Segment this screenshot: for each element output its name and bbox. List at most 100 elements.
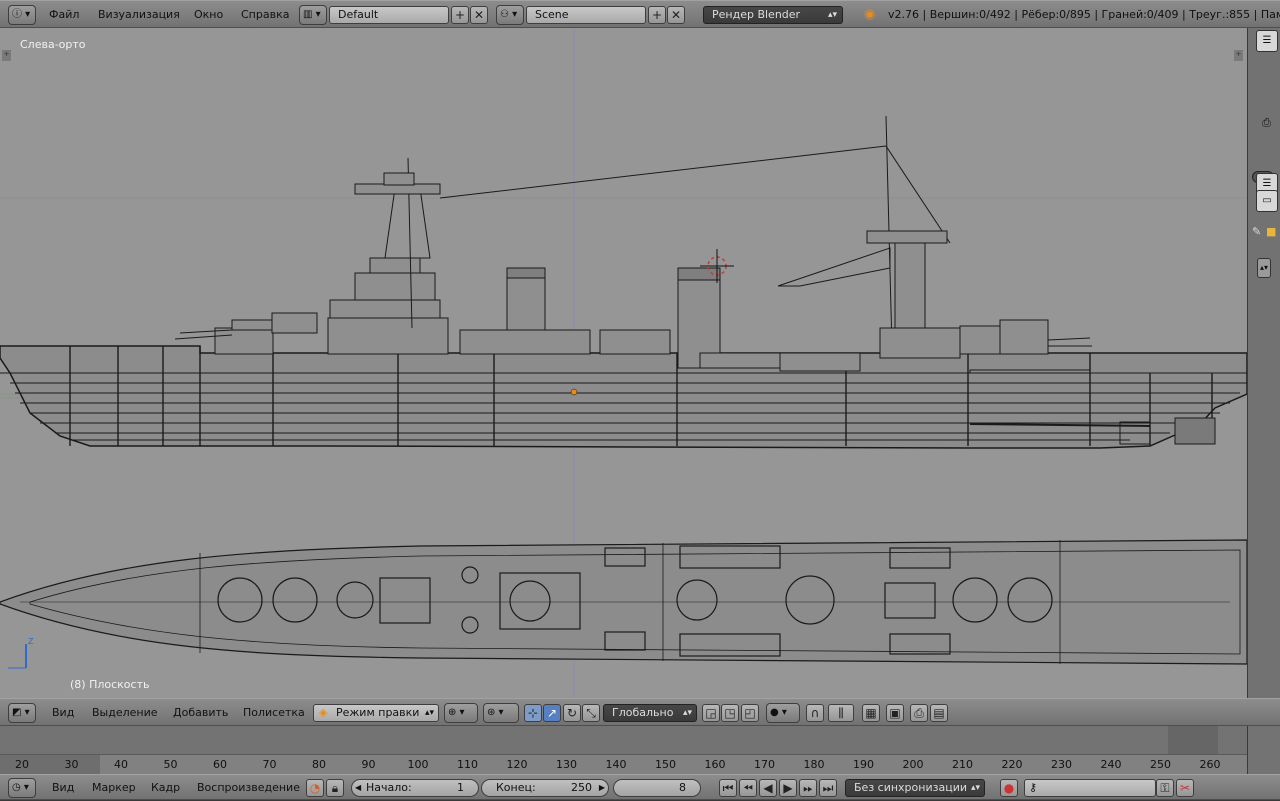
play-button[interactable]: ▶ [779,779,797,797]
dropdown-arrow-icon: ▴▾ [827,10,837,20]
menu-help[interactable]: Справка [241,1,289,29]
render-engine-label: Рендер Blender [712,8,801,21]
occlude-geometry-button[interactable]: ● ▾ [766,703,800,723]
prev-key-icon: ⏪︎ [743,781,753,795]
screen-layout-icon-button[interactable]: ▥ ▾ [299,5,327,25]
menu-frame[interactable]: Кадр [151,775,180,801]
camera-icon[interactable]: ⎙ [1262,116,1271,130]
add-layout-button[interactable]: + [451,6,469,24]
play-reverse-button[interactable]: ◀ [759,779,777,797]
jump-end-button[interactable]: ⏭︎ [819,779,837,797]
context-dropdown[interactable]: ▴▾ [1257,258,1271,278]
record-icon: ● [1003,781,1015,795]
sync-mode-select[interactable]: Без синхронизации ▴▾ [845,779,985,797]
pivot-point-button[interactable]: ⊛ ▾ [483,703,519,723]
ruler-tick-label: 40 [114,758,128,771]
start-frame-value: 1 [457,781,464,794]
preview-range-button[interactable]: ◔ [306,779,324,797]
menu-playback[interactable]: Воспроизведение [197,775,300,801]
ruler-tick-label: 120 [506,758,528,771]
properties-region-strip: ☰ ⎙ ☰ ▭ ✎ ■ ▴▾ [1247,28,1280,698]
translate-manipulator[interactable]: ↗ [543,704,561,722]
lock-range-button[interactable]: 🔒︎ [326,779,344,797]
editor-type-3d-button[interactable]: ◩ ▾ [8,703,36,723]
menu-mesh[interactable]: Полисетка [243,699,305,727]
start-frame-field[interactable]: ◀ Начало: 1 [351,779,479,797]
jump-start-button[interactable]: ⏮︎ [719,779,737,797]
end-frame-field[interactable]: Конец: 250 ▶ [481,779,609,797]
editor-type-info-button[interactable]: ⓘ ▾ [8,5,36,25]
opengl-render-button[interactable]: ⎙ [910,704,928,722]
insert-keyframe-button[interactable]: ⚿ [1156,779,1174,797]
panel-toggle-button[interactable]: ☰ [1256,30,1278,52]
scene-icon: ⚇ ▾ [500,9,518,20]
ruler-tick-label: 200 [902,758,924,771]
info-icon: ⓘ ▾ [12,9,31,20]
mode-select[interactable]: ◈ Режим правки ▴▾ [313,704,439,722]
layout-icon: ▥ ▾ [303,9,321,20]
frame-ruler[interactable]: 20 30 40 50 60 70 80 90 100 110 120 130 140 150 160 170… [0,754,1247,775]
skip-end-icon: ⏭︎ [822,781,834,795]
clock-icon: ◷ ▾ [12,782,29,793]
ruler-tick-label: 180 [803,758,825,771]
opengl-anim-button[interactable]: ▤ [930,704,948,722]
menu-file[interactable]: Файл [49,1,79,29]
frame-range-highlight [1168,726,1218,754]
play-icon: ▶ [783,781,793,795]
scene-field[interactable]: Scene [526,6,646,24]
snap-target-button[interactable]: ▦ [862,704,880,722]
clapper-icon: ▤ [933,706,945,720]
key-icon: ⚷ [1029,781,1038,794]
list-icon: ☰ [1262,35,1272,46]
manipulator-toggle[interactable]: ⊹ [524,704,542,722]
viewport-shading-button[interactable]: ⊕ ▾ [444,703,478,723]
timeline-header: ◷ ▾ Вид Маркер Кадр Воспроизведение ◔ 🔒︎… [0,774,1280,800]
keying-set-field[interactable]: ⚷ [1024,779,1156,797]
texture-button[interactable]: ▣ [886,704,904,722]
skip-start-icon: ⏮︎ [722,781,734,795]
proportional-edit-button[interactable]: ∩ [806,704,824,722]
current-frame-field[interactable]: 8 [613,779,701,797]
timeline-scrollbar[interactable] [1247,726,1280,774]
menu-window[interactable]: Окно [194,1,223,29]
prev-keyframe-button[interactable]: ⏪︎ [739,779,757,797]
screen-layout-field[interactable]: Default [329,6,449,24]
increment-icon[interactable]: ▶ [599,780,605,796]
menu-view[interactable]: Вид [52,699,74,727]
edge-select-button[interactable]: ◳ [721,704,739,722]
scene-icon-button[interactable]: ⚇ ▾ [496,5,524,25]
clock-small-icon: ◔ [309,781,321,795]
editor-type-timeline-button[interactable]: ◷ ▾ [8,778,36,798]
menu-timeline-view[interactable]: Вид [52,775,74,801]
ruler-tick-label: 190 [853,758,874,771]
orientation-select[interactable]: Глобально ▴▾ [603,704,697,722]
panel-toggle-button-3[interactable]: ▭ [1256,190,1278,212]
vertex-select-button[interactable]: ◲ [702,704,720,722]
menu-add[interactable]: Добавить [173,699,228,727]
edit-mode-icon: ◈ [319,706,328,719]
render-engine-select[interactable]: Рендер Blender ▴▾ [703,6,843,24]
delete-layout-button[interactable]: ✕ [470,6,488,24]
3d-viewport[interactable]: Слева-орто + + Z (8) Плоскость [0,28,1247,698]
next-keyframe-button[interactable]: ⏩︎ [799,779,817,797]
scale-manipulator[interactable]: ⤡ [582,704,600,722]
key-delete-icon: ✂ [1179,781,1191,795]
snap-element-button[interactable]: ⫼ [828,704,854,722]
menu-marker[interactable]: Маркер [92,775,136,801]
menu-render[interactable]: Визуализация [98,1,180,29]
add-scene-button[interactable]: + [648,6,666,24]
menu-select[interactable]: Выделение [92,699,158,727]
ruler-tick-label: 170 [754,758,775,771]
rotate-manipulator[interactable]: ↻ [563,704,581,722]
delete-scene-button[interactable]: ✕ [667,6,685,24]
pin-icon[interactable]: ✎ [1252,225,1261,238]
edge-icon: ◳ [724,706,736,720]
decrement-icon[interactable]: ◀ [355,780,361,796]
ruler-tick-label: 130 [556,758,577,771]
object-icon: ▭ [1262,195,1272,206]
face-select-button[interactable]: ◰ [741,704,759,722]
auto-keying-button[interactable]: ● [1000,779,1018,797]
camera-icon: ⎙ [914,706,924,720]
delete-keyframe-button[interactable]: ✂ [1176,779,1194,797]
dropdown-arrow-icon: ▴▾ [424,708,434,718]
